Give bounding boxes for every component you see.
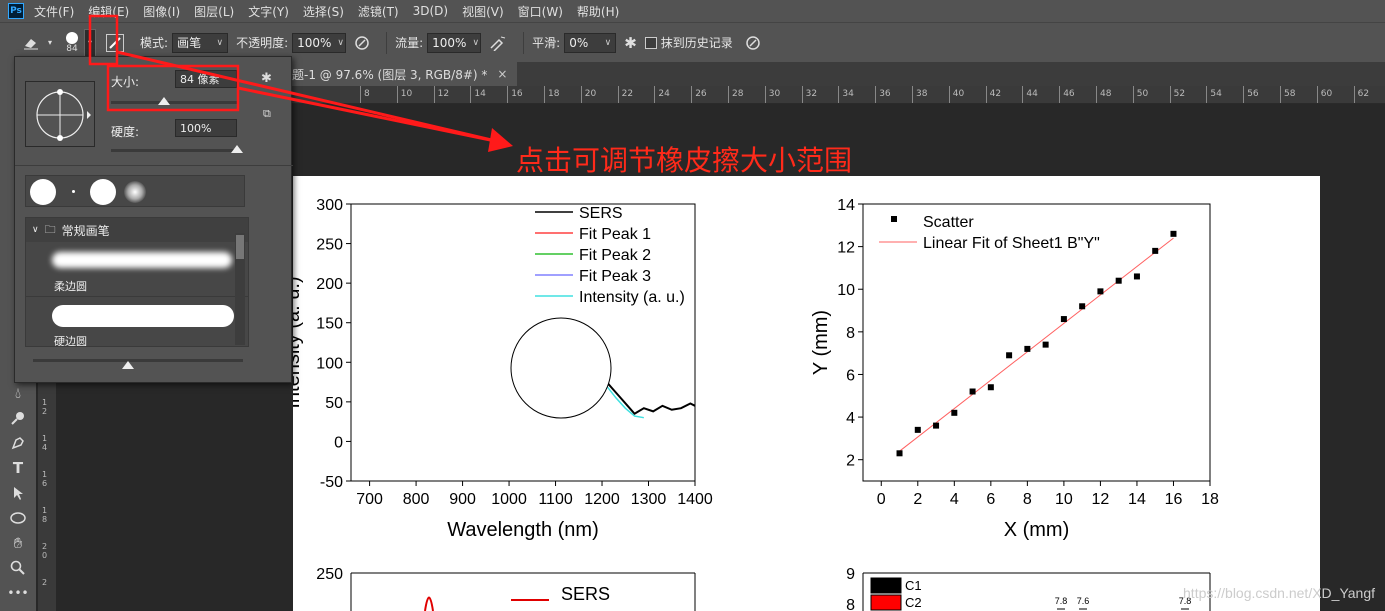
watermark: https://blog.csdn.net/XD_Yangf (1183, 585, 1375, 601)
annotation-overlay (88, 14, 513, 152)
annotation-arrow-line (116, 50, 501, 144)
highlight-box-brush-toggle (88, 14, 119, 66)
annotation-text: 点击可调节橡皮擦大小范围 (516, 144, 853, 177)
highlight-box-size-field (106, 64, 240, 112)
annotation-arrow-line (237, 86, 501, 144)
annotation-arrowhead (488, 128, 513, 152)
